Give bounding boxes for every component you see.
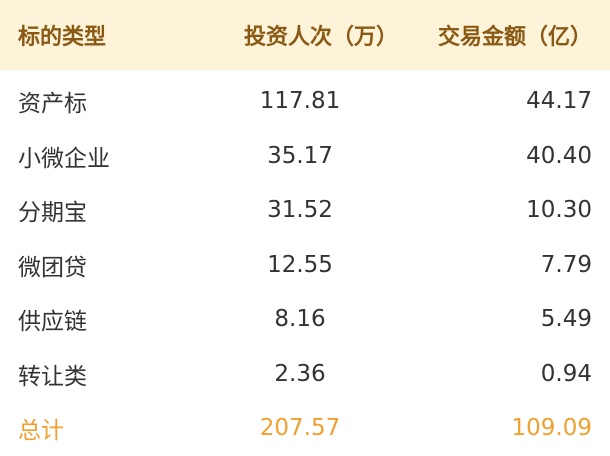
row-amount: 7.79 [540, 251, 592, 278]
table-row: 供应链 8.16 5.49 [0, 292, 610, 347]
row-investors: 31.52 [267, 197, 333, 224]
table-row: 分期宝 31.52 10.30 [0, 183, 610, 238]
row-type: 小微企业 [18, 145, 110, 172]
table-row: 转让类 2.36 0.94 [0, 347, 610, 402]
row-investors: 12.55 [267, 251, 333, 278]
row-amount: 10.30 [526, 197, 592, 224]
total-investors: 207.57 [259, 415, 341, 442]
total-amount: 109.09 [511, 415, 592, 442]
header-investors: 投资人次（万） [243, 25, 398, 50]
row-investors: 2.36 [274, 360, 326, 387]
row-amount: 40.40 [526, 142, 592, 169]
row-type: 分期宝 [18, 200, 87, 227]
data-table: 标的类型 投资人次（万） 交易金额（亿） 资产标 117.81 44.17 小微… [0, 0, 610, 444]
row-amount: 5.49 [540, 306, 592, 333]
table-header: 标的类型 投资人次（万） 交易金额（亿） [0, 0, 610, 70]
row-investors: 117.81 [259, 88, 341, 115]
row-type: 资产标 [18, 91, 87, 118]
row-type: 供应链 [18, 309, 87, 336]
row-type: 微团贷 [18, 254, 87, 281]
header-type: 标的类型 [18, 25, 107, 50]
row-type: 转让类 [18, 363, 87, 390]
table-row: 资产标 117.81 44.17 [0, 74, 610, 129]
header-amount: 交易金额（亿） [437, 25, 592, 50]
row-investors: 8.16 [274, 306, 326, 333]
row-amount: 0.94 [540, 360, 592, 387]
row-amount: 44.17 [526, 88, 592, 115]
row-investors: 35.17 [267, 142, 333, 169]
table-body: 资产标 117.81 44.17 小微企业 35.17 40.40 分期宝 31… [0, 70, 610, 456]
total-row: 总计 207.57 109.09 [0, 401, 610, 456]
table-row: 小微企业 35.17 40.40 [0, 129, 610, 184]
table-row: 微团贷 12.55 7.79 [0, 238, 610, 293]
total-label: 总计 [18, 418, 64, 445]
